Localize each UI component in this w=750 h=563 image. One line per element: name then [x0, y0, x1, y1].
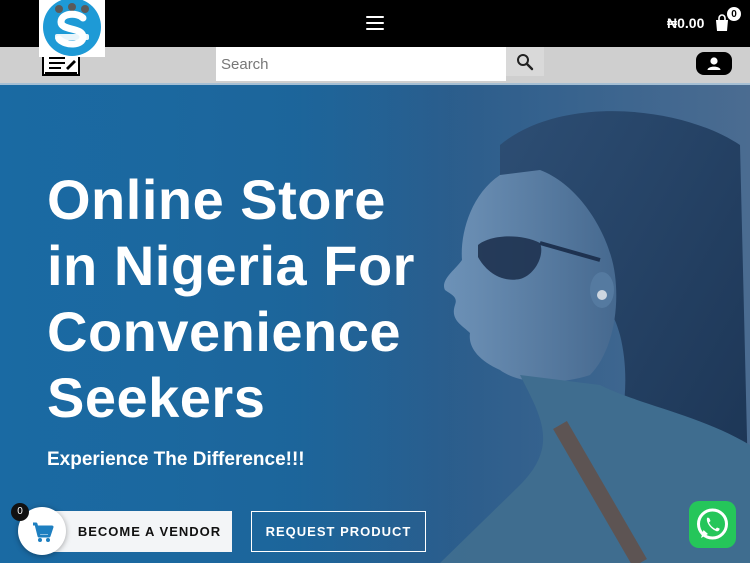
floating-cart-count: 0	[11, 503, 29, 521]
cart-total[interactable]: ₦0.00	[667, 15, 704, 31]
whatsapp-chat-button[interactable]	[689, 501, 736, 548]
cart-count-badge: 0	[726, 6, 742, 22]
hero-title: Online Store in Nigeria For Convenience …	[47, 168, 415, 429]
search-button[interactable]	[506, 47, 544, 76]
request-product-button[interactable]: REQUEST PRODUCT	[251, 511, 426, 552]
search-input[interactable]	[216, 47, 506, 81]
account-button[interactable]	[696, 52, 732, 75]
site-logo[interactable]	[39, 0, 105, 57]
search-icon	[517, 53, 534, 70]
hero-subtitle: Experience The Difference!!!	[47, 449, 305, 470]
hero-banner: Online Store in Nigeria For Convenience …	[0, 85, 750, 563]
become-vendor-button[interactable]: BECOME A VENDOR	[47, 511, 232, 552]
user-icon	[707, 57, 721, 70]
hamburger-menu-icon[interactable]	[366, 16, 384, 30]
whatsapp-icon	[697, 508, 728, 540]
